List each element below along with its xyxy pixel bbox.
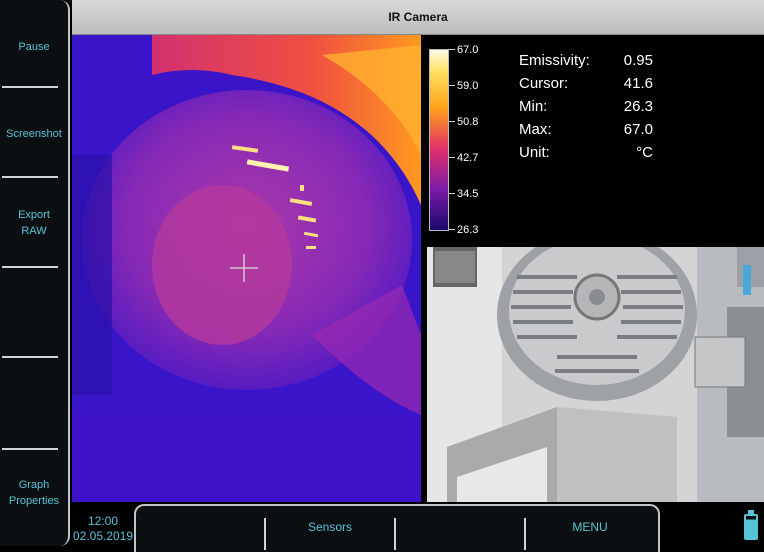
scale-tick	[449, 229, 455, 230]
bottom-softkey-bar: Sensors MENU	[134, 504, 660, 552]
scale-tick	[449, 85, 455, 86]
pause-label: Pause	[18, 41, 50, 53]
window-title: IR Camera	[388, 10, 448, 24]
min-label: Min:	[519, 98, 548, 115]
empty-softkey-5[interactable]	[0, 360, 68, 446]
softkey-divider	[2, 86, 58, 88]
empty-bottom-key-3[interactable]	[396, 506, 524, 548]
visible-camera-image[interactable]	[427, 247, 764, 502]
menu-label: MENU	[572, 520, 608, 534]
sensors-label: Sensors	[307, 520, 353, 534]
empty-bottom-key-1[interactable]	[136, 506, 264, 548]
clock-time: 12:00	[87, 514, 119, 528]
battery-icon	[744, 514, 758, 540]
min-row: Min: 26.3	[519, 98, 749, 120]
softkey-divider	[2, 448, 58, 450]
unit-row: Unit: °C	[519, 144, 749, 166]
graph-properties-label-2: Properties	[8, 495, 60, 507]
screenshot-button[interactable]: Screenshot	[0, 114, 68, 154]
screenshot-label: Screenshot	[6, 128, 62, 140]
softkey-divider	[2, 266, 58, 268]
max-value: 67.0	[623, 121, 653, 138]
clock-date: 02.05.2019	[72, 529, 134, 543]
scale-tick-label: 26.3	[457, 224, 479, 236]
scale-tick-label: 42.7	[457, 152, 479, 164]
emissivity-value: 0.95	[623, 52, 653, 69]
cursor-row: Cursor: 41.6	[519, 75, 749, 97]
unit-label: Unit:	[519, 144, 550, 161]
min-value: 26.3	[623, 98, 653, 115]
readout-panel: 67.0 59.0 50.8 42.7 34.5 26.3 Emissivity…	[421, 35, 764, 247]
graph-properties-label-1: Graph	[18, 479, 50, 491]
cursor-value: 41.6	[623, 75, 653, 92]
cursor-label: Cursor:	[519, 75, 569, 92]
max-label: Max:	[519, 121, 552, 138]
softkey-divider	[2, 176, 58, 178]
graph-properties-button[interactable]: Graph Properties	[0, 470, 68, 516]
pause-button[interactable]: Pause	[0, 28, 68, 66]
export-raw-label-1: Export	[18, 209, 50, 221]
left-softkey-bar: Pause Screenshot Export RAW Graph Proper…	[0, 0, 70, 546]
softkey-divider	[2, 356, 58, 358]
empty-softkey-4[interactable]	[0, 270, 68, 356]
clock: 12:00 02.05.2019	[72, 514, 134, 544]
scale-tick-label: 34.5	[457, 188, 479, 200]
scale-tick	[449, 193, 455, 194]
scale-tick-label: 67.0	[457, 44, 479, 56]
emissivity-row: Emissivity: 0.95	[519, 52, 749, 74]
sensors-button[interactable]: Sensors	[266, 506, 394, 548]
temperature-scale-bar	[429, 49, 449, 231]
max-row: Max: 67.0	[519, 121, 749, 143]
unit-value: °C	[636, 144, 653, 161]
thermal-image[interactable]	[72, 35, 421, 502]
emissivity-label: Emissivity:	[519, 52, 590, 69]
scale-tick	[449, 121, 455, 122]
scale-tick	[449, 49, 455, 50]
export-raw-label-2: RAW	[21, 225, 47, 237]
menu-button[interactable]: MENU	[526, 506, 654, 548]
scale-tick-label: 50.8	[457, 116, 479, 128]
scale-tick-label: 59.0	[457, 80, 479, 92]
scale-tick	[449, 157, 455, 158]
export-raw-button[interactable]: Export RAW	[0, 200, 68, 246]
title-bar: IR Camera	[72, 0, 764, 35]
